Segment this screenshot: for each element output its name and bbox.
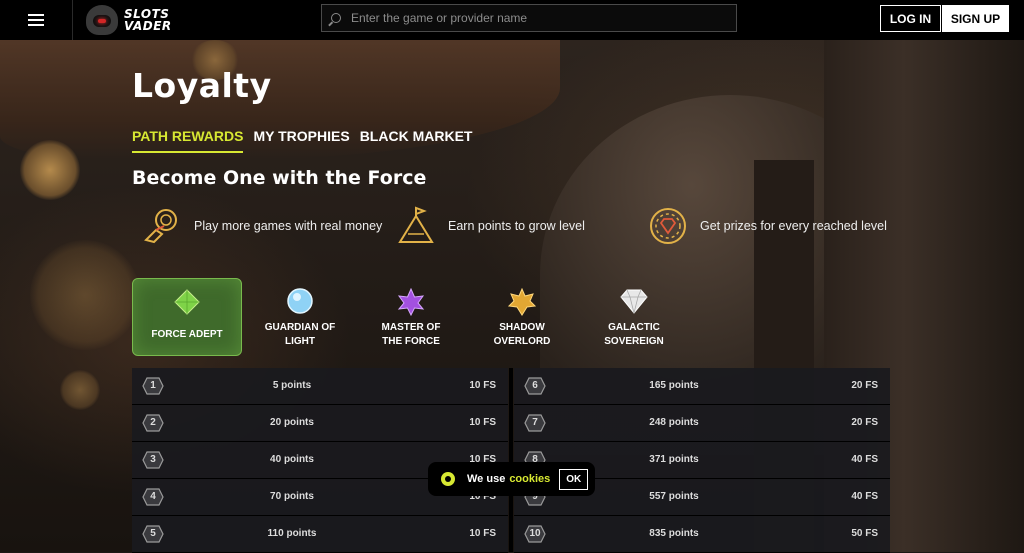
logo-line-2: VADER	[124, 19, 172, 33]
reward-free-spins: 50 FS	[851, 528, 878, 539]
tab-black-market[interactable]: BLACK MARKET	[360, 128, 473, 153]
level-name-2: THE FORCE	[382, 336, 440, 347]
level-badge-icon: 6	[524, 377, 546, 395]
table-row: 1 5 points 10 FS	[132, 368, 508, 405]
level-badge-icon: 1	[142, 377, 164, 395]
reward-free-spins: 10 FS	[469, 528, 496, 539]
level-name-2: LIGHT	[285, 336, 315, 347]
rewards-table-right: 6 165 points 20 FS 7 248 points 20 FS 8 …	[514, 368, 890, 553]
cookie-banner: We use cookies OK	[428, 462, 595, 496]
level-badge-icon: 2	[142, 414, 164, 432]
hand-coin-icon	[142, 206, 182, 246]
feature-play: Play more games with real money	[142, 205, 382, 247]
cookie-ok-button[interactable]: OK	[559, 468, 589, 490]
level-badge-icon: 5	[142, 525, 164, 543]
reward-free-spins: 40 FS	[851, 454, 878, 465]
level-badge-icon: 4	[142, 488, 164, 506]
tab-path-rewards[interactable]: PATH REWARDS	[132, 128, 244, 153]
reward-points: 248 points	[649, 417, 699, 428]
search-box[interactable]	[321, 4, 737, 32]
reward-points: 5 points	[272, 380, 312, 391]
reward-points: 40 points	[270, 454, 314, 465]
page-title: Loyalty	[132, 66, 272, 105]
flag-mountain-icon	[396, 206, 436, 246]
blue-orb-icon	[287, 288, 313, 318]
level-guardian-of-light[interactable]: GUARDIAN OF LIGHT	[245, 278, 355, 356]
hamburger-icon	[28, 14, 44, 26]
level-name-2: SOVEREIGN	[604, 336, 664, 347]
level-selector: FORCE ADEPT GUARDIAN OF LIGHT MASTER OF TH…	[132, 278, 692, 358]
reward-points: 110 points	[267, 528, 317, 539]
vader-helmet-icon	[86, 5, 118, 35]
reward-free-spins: 10 FS	[469, 417, 496, 428]
reward-free-spins: 40 FS	[851, 491, 878, 502]
level-name: GALACTIC	[608, 322, 660, 333]
level-name-2: OVERLORD	[493, 336, 551, 347]
menu-button[interactable]	[0, 0, 73, 40]
feature-earn-text: Earn points to grow level	[448, 219, 585, 233]
gold-star-icon	[507, 287, 537, 320]
cookie-link[interactable]: cookies	[509, 473, 550, 485]
table-row: 7 248 points 20 FS	[514, 405, 890, 442]
reward-free-spins: 20 FS	[851, 380, 878, 391]
feature-play-text: Play more games with real money	[194, 219, 383, 233]
level-badge-icon: 7	[524, 414, 546, 432]
column-divider	[509, 368, 513, 552]
login-button[interactable]: LOG IN	[880, 5, 941, 32]
green-gem-icon	[174, 289, 200, 319]
reward-points: 557 points	[649, 491, 699, 502]
level-badge-icon: 3	[142, 451, 164, 469]
level-name: MASTER OF	[381, 322, 441, 333]
rewards-table-left: 1 5 points 10 FS 2 20 points 10 FS 3 40 …	[132, 368, 508, 553]
reward-free-spins: 10 FS	[469, 380, 496, 391]
tab-my-trophies[interactable]: MY TROPHIES	[253, 128, 349, 153]
reward-points: 371 points	[649, 454, 699, 465]
loyalty-tabs: PATH REWARDS MY TROPHIES BLACK MARKET	[132, 128, 482, 153]
level-name: GUARDIAN OF	[264, 322, 336, 333]
logo[interactable]: SLOTS VADER	[86, 4, 172, 36]
reward-points: 20 points	[270, 417, 314, 428]
table-row: 10 835 points 50 FS	[514, 516, 890, 553]
feature-prizes-text: Get prizes for every reached level	[700, 219, 887, 233]
white-diamond-icon	[619, 288, 649, 318]
cookie-text: We use	[467, 473, 506, 485]
purple-star-icon	[397, 287, 425, 320]
level-name: SHADOW	[499, 322, 545, 333]
search-input[interactable]	[349, 10, 733, 26]
level-master-of-the-force[interactable]: MASTER OF THE FORCE	[356, 278, 466, 356]
table-row: 6 165 points 20 FS	[514, 368, 890, 405]
level-badge-icon: 10	[524, 525, 546, 543]
reward-points: 165 points	[649, 380, 699, 391]
diamond-chip-icon	[648, 206, 688, 246]
signup-button[interactable]: SIGN UP	[942, 5, 1009, 32]
reward-points: 835 points	[649, 528, 699, 539]
level-name: FORCE ADEPT	[151, 329, 223, 340]
search-icon	[331, 13, 341, 23]
level-force-adept[interactable]: FORCE ADEPT	[132, 278, 242, 356]
table-row: 5 110 points 10 FS	[132, 516, 508, 553]
level-shadow-overlord[interactable]: SHADOW OVERLORD	[467, 278, 577, 356]
cookie-icon	[441, 472, 455, 486]
table-row: 2 20 points 10 FS	[132, 405, 508, 442]
reward-free-spins: 20 FS	[851, 417, 878, 428]
feature-prizes: Get prizes for every reached level	[648, 205, 887, 247]
top-header: SLOTS VADER LOG IN SIGN UP	[0, 0, 1024, 40]
section-subtitle: Become One with the Force	[132, 167, 427, 189]
feature-earn: Earn points to grow level	[396, 205, 585, 247]
level-galactic-sovereign[interactable]: GALACTIC SOVEREIGN	[579, 278, 689, 356]
reward-points: 70 points	[270, 491, 314, 502]
